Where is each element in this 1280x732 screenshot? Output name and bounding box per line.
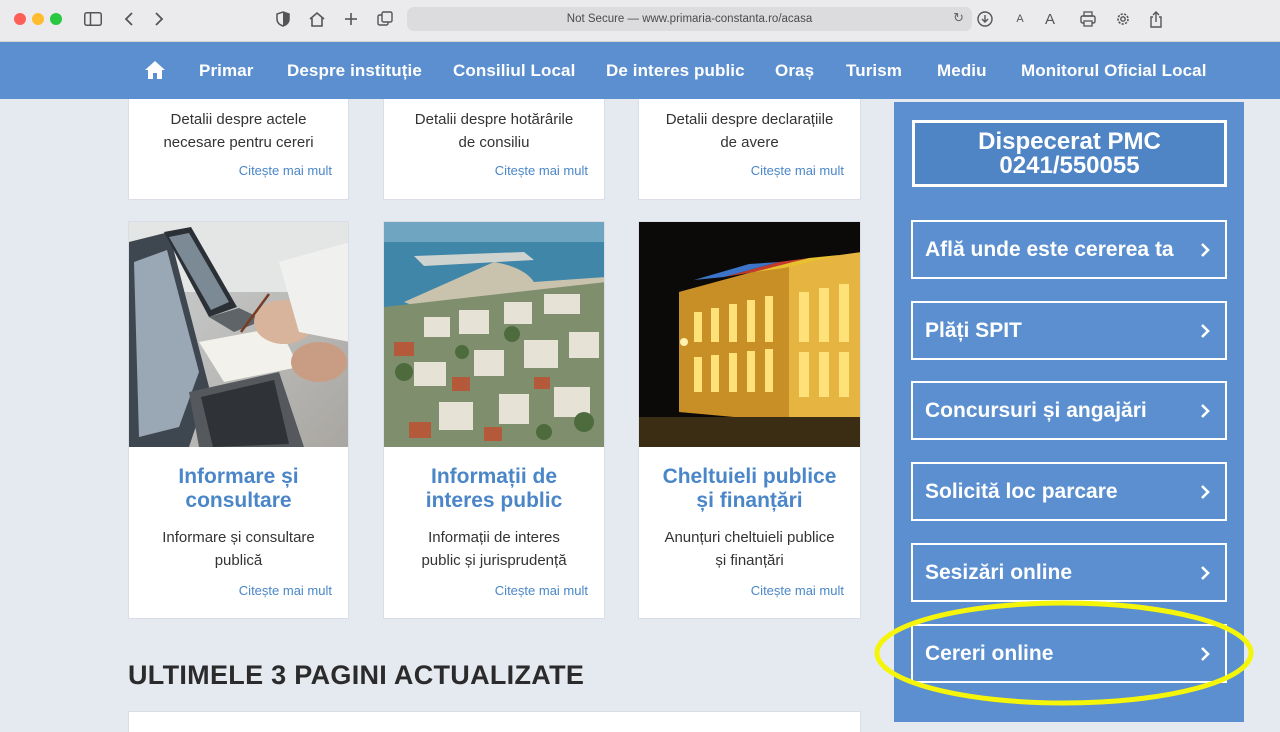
back-icon[interactable]: [116, 8, 142, 30]
card-desc-line: de avere: [720, 134, 779, 151]
nav-item-mediu[interactable]: Mediu: [937, 61, 987, 81]
home-toolbar-icon[interactable]: [304, 8, 330, 30]
card-desc-line: public și jurisprudență: [421, 552, 567, 569]
button-label: Cereri online: [925, 641, 1054, 665]
info-card: Cheltuieli publice și finanțări Anunțuri…: [638, 221, 861, 619]
nav-item-de-interes-public[interactable]: De interes public: [606, 61, 745, 81]
card-description: Informare și consultare publică: [129, 526, 348, 572]
share-icon[interactable]: [1143, 8, 1169, 30]
privacy-shield-icon[interactable]: [270, 8, 296, 30]
card-description: Informații de interes public și jurispru…: [384, 526, 604, 572]
card-desc-line: Detalii despre hotărârile: [414, 111, 574, 128]
city-aerial-photo[interactable]: [384, 222, 604, 447]
card-title-line[interactable]: Cheltuieli publice: [663, 465, 837, 488]
card-description: Detalii despre actele necesare pentru ce…: [129, 108, 348, 154]
card-title-line[interactable]: Informații de: [431, 465, 557, 488]
card-title-line[interactable]: și finanțări: [696, 489, 802, 512]
new-tab-icon[interactable]: [338, 8, 364, 30]
card-title-line[interactable]: consultare: [185, 489, 291, 512]
text-larger-icon[interactable]: A: [1037, 8, 1063, 30]
tab-overview-icon[interactable]: [372, 8, 398, 30]
zoom-window-button[interactable]: [50, 13, 62, 25]
button-label: Solicită loc parcare: [925, 479, 1118, 503]
button-label: Sesizări online: [925, 560, 1073, 584]
chevron-right-icon: [1201, 566, 1210, 580]
card-desc-line: publică: [214, 552, 263, 569]
card-desc-line: Informații de interes: [428, 529, 560, 546]
chevron-right-icon: [1201, 404, 1210, 418]
card-description: Detalii despre declarațiile de avere: [639, 108, 860, 154]
parking-request-button[interactable]: Solicită loc parcare: [911, 462, 1227, 521]
forward-icon[interactable]: [146, 8, 172, 30]
chevron-right-icon: [1201, 485, 1210, 499]
nav-item-primar[interactable]: Primar: [199, 61, 253, 81]
city-hall-night-photo[interactable]: [639, 222, 860, 447]
print-icon[interactable]: [1075, 8, 1101, 30]
card-title[interactable]: Informații de interes public: [384, 465, 604, 513]
laptop-office-photo[interactable]: [129, 222, 348, 447]
dispatch-title: Dispecerat PMC: [978, 128, 1161, 155]
read-more-link[interactable]: Citește mai mult: [239, 583, 332, 598]
dispatch-contact-box: Dispecerat PMC 0241/550055: [912, 120, 1227, 187]
nav-item-oras[interactable]: Oraș: [775, 61, 814, 81]
button-label: Află unde este cererea ta: [925, 237, 1174, 261]
reload-icon[interactable]: ↻: [953, 10, 964, 26]
info-card: Detalii despre hotărârile de consiliu Ci…: [383, 99, 605, 200]
read-more-link[interactable]: Citește mai mult: [751, 163, 844, 178]
gear-icon[interactable]: [1110, 8, 1136, 30]
jobs-button[interactable]: Concursuri și angajări: [911, 381, 1227, 440]
card-desc-line: Detalii despre declarațiile: [665, 111, 834, 128]
nav-item-despre-institutie[interactable]: Despre instituție: [287, 61, 422, 81]
chevron-right-icon: [1201, 324, 1210, 338]
text-smaller-icon[interactable]: A: [1007, 8, 1033, 30]
card-desc-line: Anunțuri cheltuieli publice: [664, 529, 835, 546]
info-card: Detalii despre actele necesare pentru ce…: [128, 99, 349, 200]
url-text: Not Secure — www.primaria-constanta.ro/a…: [566, 13, 813, 25]
spit-payments-button[interactable]: Plăți SPIT: [911, 301, 1227, 360]
info-card: Informații de interes public Informații …: [383, 221, 605, 619]
online-requests-button[interactable]: Cereri online: [911, 624, 1227, 683]
read-more-link[interactable]: Citește mai mult: [751, 583, 844, 598]
card-desc-line: și finanțări: [715, 552, 784, 569]
card-title-line[interactable]: interes public: [426, 489, 563, 512]
card-desc-line: de consiliu: [458, 134, 530, 151]
downloads-icon[interactable]: [972, 8, 998, 30]
button-label: Plăți SPIT: [925, 318, 1022, 342]
card-description: Anunțuri cheltuieli publice și finanțări: [639, 526, 860, 572]
card-description: Detalii despre hotărârile de consiliu: [384, 108, 604, 154]
dispatch-phone: 0241/550055: [999, 152, 1140, 179]
nav-item-monitorul-oficial[interactable]: Monitorul Oficial Local: [1021, 61, 1207, 81]
browser-toolbar: Not Secure — www.primaria-constanta.ro/a…: [0, 0, 1280, 42]
section-title: ULTIMELE 3 PAGINI ACTUALIZATE: [128, 660, 585, 690]
online-complaints-button[interactable]: Sesizări online: [911, 543, 1227, 602]
minimize-window-button[interactable]: [32, 13, 44, 25]
track-request-button[interactable]: Află unde este cererea ta: [911, 220, 1227, 279]
card-desc-line: Detalii despre actele: [170, 111, 307, 128]
updated-pages-card: [128, 711, 861, 732]
main-navigation: Primar Despre instituție Consiliul Local…: [0, 42, 1280, 99]
info-card: Detalii despre declarațiile de avere Cit…: [638, 99, 861, 200]
button-label: Concursuri și angajări: [925, 398, 1147, 422]
address-bar[interactable]: Not Secure — www.primaria-constanta.ro/a…: [407, 7, 972, 31]
card-title-line[interactable]: Informare și: [178, 465, 298, 488]
home-icon[interactable]: [144, 59, 166, 81]
read-more-link[interactable]: Citește mai mult: [495, 163, 588, 178]
card-title[interactable]: Cheltuieli publice și finanțări: [639, 465, 860, 513]
info-card: Informare și consultare Informare și con…: [128, 221, 349, 619]
chevron-right-icon: [1201, 647, 1210, 661]
card-desc-line: Informare și consultare: [162, 529, 315, 546]
card-desc-line: necesare pentru cereri: [163, 134, 314, 151]
nav-item-turism[interactable]: Turism: [846, 61, 902, 81]
read-more-link[interactable]: Citește mai mult: [239, 163, 332, 178]
chevron-right-icon: [1201, 243, 1210, 257]
nav-item-consiliul-local[interactable]: Consiliul Local: [453, 61, 575, 81]
read-more-link[interactable]: Citește mai mult: [495, 583, 588, 598]
close-window-button[interactable]: [14, 13, 26, 25]
card-title[interactable]: Informare și consultare: [129, 465, 348, 513]
sidebar-toggle-icon[interactable]: [80, 8, 106, 30]
